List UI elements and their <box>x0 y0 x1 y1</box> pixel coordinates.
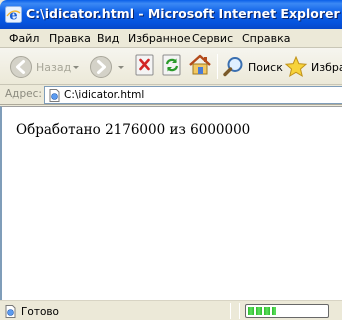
magnifier-icon <box>223 57 243 77</box>
back-arrow-icon <box>10 56 32 78</box>
stop-button[interactable] <box>134 54 156 76</box>
page-viewport: Обработано 2176000 из 6000000 <box>0 106 342 300</box>
address-bar: Адрес: C:\idicator.html <box>0 85 342 105</box>
html-page-icon <box>49 89 60 102</box>
menu-help[interactable]: Справка <box>242 32 290 45</box>
favorites-label: Избран <box>311 61 342 74</box>
menu-view[interactable]: Вид <box>97 32 119 45</box>
address-label: Адрес: <box>5 88 42 100</box>
favorites-button[interactable]: Избран <box>284 53 342 80</box>
status-divider <box>230 303 231 319</box>
back-dropdown-icon[interactable] <box>73 66 79 69</box>
menu-tools[interactable]: Сервис <box>192 32 233 45</box>
back-label: Назад <box>36 61 72 74</box>
progress-text: Обработано 2176000 из 6000000 <box>16 122 251 138</box>
status-bar: Готово <box>0 300 342 320</box>
forward-arrow-icon <box>90 56 112 78</box>
status-text: Готово <box>21 306 59 318</box>
menu-edit[interactable]: Правка <box>49 32 91 45</box>
home-button[interactable] <box>187 53 213 77</box>
title-bar[interactable]: e C:\idicator.html - Microsoft Internet … <box>0 0 342 29</box>
home-icon <box>189 54 211 75</box>
window-title: C:\idicator.html - Microsoft Internet Ex… <box>26 6 340 21</box>
toolbar-separator <box>217 54 218 79</box>
progress-bar <box>245 304 329 318</box>
menu-favorites[interactable]: Избранное <box>128 32 190 45</box>
address-value: C:\idicator.html <box>64 89 145 101</box>
search-label: Поиск <box>248 61 283 74</box>
refresh-icon <box>162 54 181 76</box>
status-divider <box>239 303 240 319</box>
refresh-button[interactable] <box>161 54 183 76</box>
stop-icon <box>135 54 154 76</box>
progress-fill <box>248 307 276 315</box>
forward-dropdown-icon[interactable] <box>118 66 124 69</box>
menu-bar: Файл Правка Вид Избранное Сервис Справка <box>0 29 342 48</box>
address-input[interactable]: C:\idicator.html <box>44 86 342 104</box>
back-button[interactable]: Назад <box>9 53 71 80</box>
ie-logo-icon: e <box>5 6 22 23</box>
search-button[interactable]: Поиск <box>222 53 283 80</box>
star-icon <box>284 55 308 78</box>
forward-button[interactable] <box>89 53 115 80</box>
page-status-icon <box>5 305 16 318</box>
standard-toolbar: Назад Поиск Избр <box>0 48 342 85</box>
menu-file[interactable]: Файл <box>9 32 39 45</box>
